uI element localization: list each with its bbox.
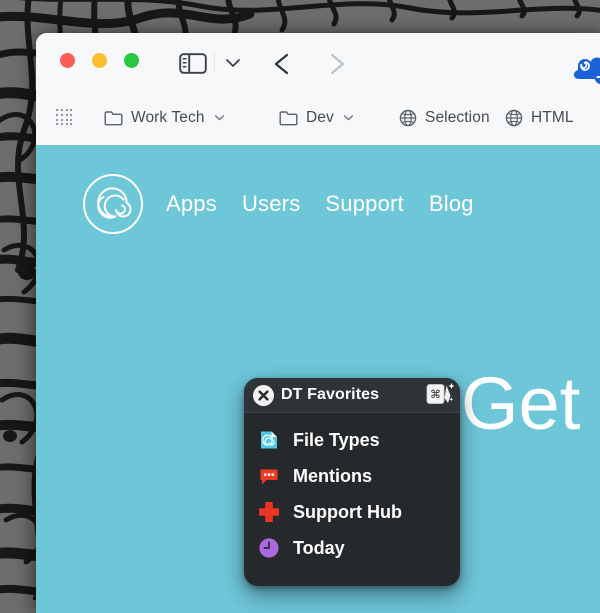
dt-favorites-popup: DT Favorites ⌘ [244, 378, 460, 586]
popup-item-mentions[interactable]: Mentions [244, 458, 460, 494]
globe-icon [399, 109, 417, 127]
globe-icon [505, 109, 523, 127]
toolbar-divider [214, 52, 215, 72]
close-circle-icon[interactable] [253, 385, 274, 406]
toolbar-item-label: HTML [531, 109, 574, 127]
chevron-left-icon[interactable] [270, 51, 296, 77]
webpage-content: Apps Users Support Blog Get DT Favorites [36, 145, 600, 613]
toolbar-item-label: Selection [425, 109, 490, 127]
close-window-button[interactable] [60, 53, 75, 68]
chevron-down-icon[interactable] [342, 112, 354, 123]
chevron-right-icon[interactable] [323, 51, 349, 77]
file-types-icon [258, 429, 280, 451]
toolbar-item-selection[interactable]: Selection [399, 90, 490, 145]
traffic-lights [60, 53, 139, 68]
svg-text:⌘: ⌘ [430, 388, 441, 401]
popup-item-support-hub[interactable]: Support Hub [244, 494, 460, 530]
popup-item-label: Support Hub [293, 502, 402, 523]
popup-item-label: Mentions [293, 466, 372, 487]
toolbar-item-dev[interactable]: Dev [279, 90, 354, 145]
popup-item-label: File Types [293, 430, 380, 451]
browser-window: Work Tech Dev [36, 33, 600, 613]
clock-icon [258, 537, 280, 559]
popup-item-list: File Types Mentions [244, 413, 460, 566]
popup-titlebar: DT Favorites ⌘ [244, 378, 460, 413]
nav-link-support[interactable]: Support [325, 191, 403, 217]
nav-link-users[interactable]: Users [242, 191, 300, 217]
site-navigation: Apps Users Support Blog [82, 173, 474, 235]
toolbar-item-html[interactable]: HTML [505, 90, 574, 145]
chevron-down-icon[interactable] [213, 112, 225, 123]
nav-links: Apps Users Support Blog [166, 191, 474, 217]
toolbar-item-label: Dev [306, 109, 334, 127]
spiral-shell-logo[interactable] [82, 173, 144, 235]
nav-link-apps[interactable]: Apps [166, 191, 217, 217]
apps-grid-button[interactable] [56, 90, 73, 145]
cloud-extension-icon[interactable] [571, 51, 600, 87]
popup-item-today[interactable]: Today [244, 530, 460, 566]
popup-item-label: Today [293, 538, 345, 559]
popup-item-file-types[interactable]: File Types [244, 422, 460, 458]
bookmarks-toolbar: Work Tech Dev [36, 90, 600, 146]
chevron-down-icon[interactable] [222, 55, 244, 71]
sidebar-icon[interactable] [179, 53, 207, 74]
window-titlebar [36, 33, 600, 90]
toolbar-item-work-tech[interactable]: Work Tech [104, 90, 225, 145]
mentions-bubble-icon [258, 465, 280, 487]
command-shortcut-icon[interactable]: ⌘ [426, 382, 454, 408]
support-cross-icon [258, 501, 280, 523]
popup-title: DT Favorites [281, 386, 379, 404]
zoom-window-button[interactable] [124, 53, 139, 68]
minimize-window-button[interactable] [92, 53, 107, 68]
folder-icon [279, 110, 298, 126]
folder-icon [104, 110, 123, 126]
apps-grid-icon [56, 109, 73, 126]
toolbar-item-label: Work Tech [131, 109, 205, 127]
hero-heading: Get [461, 367, 580, 441]
nav-link-blog[interactable]: Blog [429, 191, 474, 217]
